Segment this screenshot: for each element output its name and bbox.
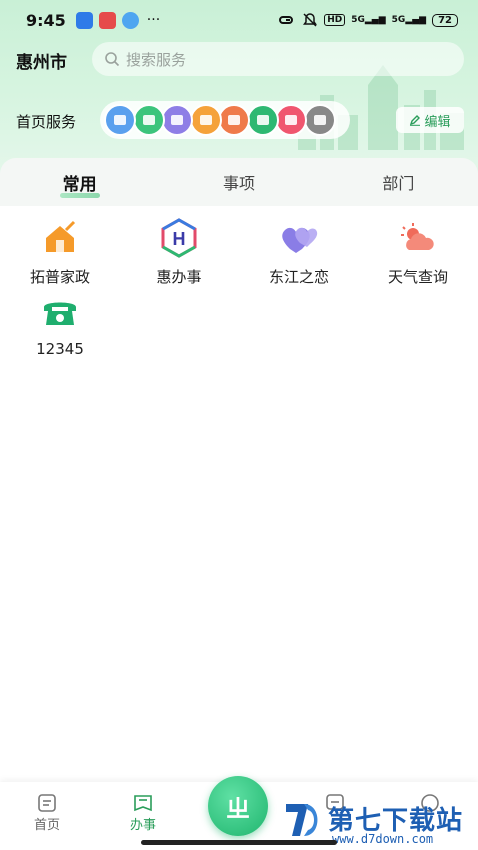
d7-logo-icon <box>286 804 318 836</box>
battery-icon: 72 <box>432 13 458 27</box>
status-time: 9:45 <box>26 10 66 30</box>
service-icon-1[interactable] <box>104 104 136 136</box>
edit-button[interactable]: 编辑 <box>396 107 464 133</box>
notification-app-icon <box>121 11 139 29</box>
nav-affairs-label: 办事 <box>129 818 156 833</box>
service-icon-5[interactable] <box>218 104 250 136</box>
service-icon-7[interactable] <box>275 104 307 136</box>
signal-5g-icon: 5G▂▄▆ <box>351 15 386 25</box>
center-action-button[interactable]: ㄓ <box>208 776 268 836</box>
service-glyph <box>114 115 126 125</box>
svg-text:H: H <box>173 229 186 249</box>
edit-label: 编辑 <box>424 114 451 130</box>
center-logo-glyph: ㄓ <box>226 794 250 823</box>
mute-bell-icon <box>303 13 318 27</box>
weather-icon <box>396 216 440 260</box>
more-notifications-icon: ··· <box>146 12 161 28</box>
watermark-url: www.d7down.com <box>332 832 434 846</box>
service-glyph <box>228 115 240 125</box>
tab-departments[interactable]: 部门 <box>319 158 478 206</box>
home-doc-icon <box>38 794 56 812</box>
grid-item-dongjiang[interactable]: 东江之恋 <box>244 216 354 287</box>
grid-item-weather[interactable]: 天气查询 <box>363 216 473 287</box>
grid-item-label: 惠办事 <box>156 268 202 286</box>
pencil-icon <box>410 115 421 126</box>
service-glyph <box>285 115 297 125</box>
house-broom-icon <box>38 216 82 260</box>
service-glyph <box>313 115 326 125</box>
signal-5g-icon: 5G▂▄▆ <box>391 15 427 25</box>
category-tabs: 常用 事项 部门 <box>0 158 478 206</box>
service-glyph <box>142 115 155 125</box>
service-icon-4[interactable] <box>189 104 222 136</box>
search-input[interactable]: 搜索服务 <box>92 42 464 76</box>
service-glyph <box>199 115 212 125</box>
service-icon-2[interactable] <box>132 104 165 136</box>
nav-home-label: 首页 <box>33 818 60 833</box>
home-indicator <box>141 840 337 845</box>
h-logo-icon: H <box>157 216 201 260</box>
grid-item-hui-banshi[interactable]: H 惠办事 <box>124 216 234 287</box>
notification-app-icon <box>75 11 93 29</box>
hearts-icon <box>277 216 321 260</box>
grid-item-label: 天气查询 <box>387 268 448 286</box>
tab-common[interactable]: 常用 <box>0 158 159 206</box>
city-selector[interactable]: 惠州市 <box>16 48 67 73</box>
nav-home[interactable]: 首页 <box>17 792 77 833</box>
grid-item-hotline[interactable]: 12345 <box>5 290 115 358</box>
home-services-label: 首页服务 <box>16 113 77 131</box>
notification-app-icon <box>98 11 116 29</box>
grid-item-label: 东江之恋 <box>268 268 329 286</box>
tab-matters[interactable]: 事项 <box>159 158 318 206</box>
book-icon <box>134 795 152 812</box>
search-icon <box>105 52 120 67</box>
service-icon-3[interactable] <box>161 104 193 136</box>
service-icon-8[interactable] <box>303 104 336 136</box>
status-bar: 9:45 ··· HD 5G▂▄▆ 5G▂▄▆ 72 <box>0 0 478 40</box>
nav-affairs[interactable]: 办事 <box>113 792 173 833</box>
grid-item-housekeeping[interactable]: 拓普家政 <box>5 216 115 287</box>
service-icon-6[interactable] <box>246 104 279 136</box>
hd-icon: HD <box>324 14 346 26</box>
link-icon <box>279 16 294 24</box>
grid-item-label: 拓普家政 <box>29 268 90 286</box>
service-glyph <box>256 115 269 125</box>
service-glyph <box>171 115 183 125</box>
phone-icon <box>38 290 82 334</box>
search-placeholder: 搜索服务 <box>126 50 187 69</box>
grid-item-label: 12345 <box>36 340 84 358</box>
